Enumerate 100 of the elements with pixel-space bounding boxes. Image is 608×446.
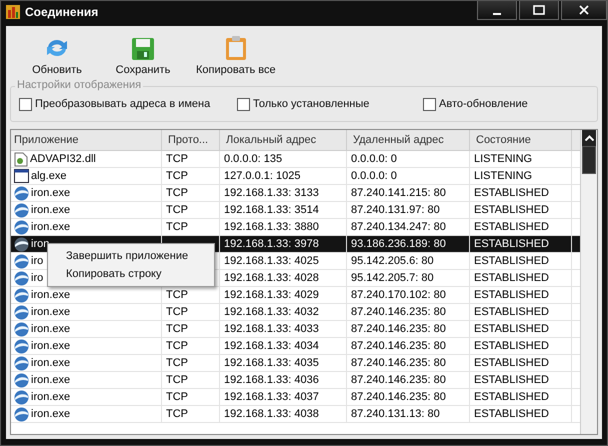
checkbox-label: Только установленные	[253, 98, 370, 110]
toolbar-button[interactable]: Копировать все	[190, 28, 282, 78]
table-cell: iron.exe	[31, 204, 70, 216]
table-cell: 192.168.1.33: 4032	[224, 306, 319, 318]
table-cell: alg.exe	[31, 170, 66, 182]
table-cell: 87.240.170.102: 80	[351, 289, 446, 301]
globe-icon	[14, 202, 29, 218]
table-cell: LISTENING	[474, 153, 532, 165]
table-cell: TCP	[166, 187, 188, 199]
table-row[interactable]: iron.exe TCP 192.168.1.33: 4034 87.240.146.235: 80 ESTABLISHED	[11, 338, 580, 355]
table-row[interactable]: ADVAPI32.dll TCP 0.0.0.0: 135 0.0.0.0: 0 LISTENING	[11, 151, 580, 168]
table-cell: 87.240.146.235: 80	[351, 323, 446, 335]
table-cell: 192.168.1.33: 4028	[224, 272, 319, 284]
table-cell: 87.240.134.247: 80	[351, 221, 446, 233]
table-cell: iron.exe	[31, 408, 70, 420]
table-cell: 87.240.146.235: 80	[351, 391, 446, 403]
table-cell: ESTABLISHED	[474, 340, 549, 352]
table-row[interactable]: iron.exe TCP 192.168.1.33: 4035 87.240.146.235: 80 ESTABLISHED	[11, 355, 580, 372]
table-cell: ESTABLISHED	[474, 221, 549, 233]
table-cell: TCP	[166, 323, 188, 335]
table-cell: TCP	[166, 391, 188, 403]
table-cell: ESTABLISHED	[474, 357, 549, 369]
table-cell: 0.0.0.0: 0	[351, 153, 397, 165]
checkbox-label: Авто-обновление	[439, 98, 528, 110]
table-cell: 87.240.131.97: 80	[351, 204, 440, 216]
table-cell: 87.240.131.13: 80	[351, 408, 440, 420]
minimize-icon	[493, 13, 501, 15]
clipboard-icon	[224, 35, 247, 61]
table-cell: 192.168.1.33: 3514	[224, 204, 319, 216]
table-cell: iro	[31, 255, 44, 267]
minimize-button[interactable]	[477, 1, 517, 20]
globe-icon	[14, 372, 29, 388]
table-cell: 192.168.1.33: 4033	[224, 323, 319, 335]
table-cell: TCP	[166, 340, 188, 352]
table-cell: ESTABLISHED	[474, 272, 549, 284]
table-cell: 0.0.0.0: 0	[351, 170, 397, 182]
table-row[interactable]: iron.exe TCP 192.168.1.33: 3133 87.240.141.215: 80 ESTABLISHED	[11, 185, 580, 202]
globe-icon	[14, 236, 29, 252]
table-row[interactable]: iron.exe TCP 192.168.1.33: 4032 87.240.146.235: 80 ESTABLISHED	[11, 304, 580, 321]
toolbar-button[interactable]: Сохранить	[104, 28, 182, 78]
scroll-thumb[interactable]	[582, 146, 596, 174]
table-cell: iron.exe	[31, 357, 70, 369]
group-title: Настройки отображения	[15, 79, 144, 91]
checkbox[interactable]	[19, 98, 32, 110]
column-header[interactable]: Локальный адрес	[220, 130, 347, 150]
table-cell: 87.240.146.235: 80	[351, 340, 446, 352]
maximize-button[interactable]	[519, 1, 559, 20]
table-row[interactable]: alg.exe TCP 127.0.0.1: 1025 0.0.0.0: 0 LISTENING	[11, 168, 580, 185]
table-cell: 192.168.1.33: 3133	[224, 187, 319, 199]
scroll-up-icon	[584, 135, 594, 141]
globe-icon	[14, 356, 29, 370]
column-header[interactable]: Прото...	[162, 130, 220, 150]
checkbox[interactable]	[423, 98, 436, 110]
table-cell: 87.240.146.235: 80	[351, 306, 446, 318]
table-cell: TCP	[166, 374, 188, 386]
globe-icon	[14, 220, 29, 234]
column-header[interactable]: Приложение	[11, 130, 162, 150]
table-cell: iron.exe	[31, 391, 70, 403]
table-cell: iro	[31, 272, 44, 284]
table-cell: iron.exe	[31, 289, 70, 301]
close-button[interactable]	[561, 1, 607, 20]
scrollbar[interactable]	[580, 130, 597, 434]
table-cell: 192.168.1.33: 4029	[224, 289, 319, 301]
table-cell: TCP	[166, 408, 188, 420]
table-cell: 95.142.205.6: 80	[351, 255, 434, 267]
column-header[interactable]: Состояние	[470, 130, 572, 150]
table-cell: 127.0.0.1: 1025	[224, 170, 300, 182]
globe-icon	[14, 186, 29, 200]
table-cell: TCP	[166, 153, 188, 165]
close-icon	[579, 5, 589, 15]
table-cell: iron.exe	[31, 187, 70, 199]
table-cell: ESTABLISHED	[474, 374, 549, 386]
table-row[interactable]: iron.exe TCP 192.168.1.33: 3514 87.240.131.97: 80 ESTABLISHED	[11, 202, 580, 219]
checkbox-label: Преобразовывать адреса в имена	[35, 98, 210, 110]
table-cell: ADVAPI32.dll	[30, 153, 96, 165]
globe-icon	[14, 338, 29, 354]
table-row[interactable]: iron.exe TCP 192.168.1.33: 4038 87.240.131.13: 80 ESTABLISHED	[11, 406, 580, 423]
table-cell: 87.240.146.235: 80	[351, 357, 446, 369]
checkbox[interactable]	[237, 98, 250, 110]
table-cell: ESTABLISHED	[474, 255, 549, 267]
table-cell: ESTABLISHED	[474, 391, 549, 403]
table-row[interactable]: iron.exe TCP 192.168.1.33: 4033 87.240.146.235: 80 ESTABLISHED	[11, 321, 580, 338]
table-row[interactable]: iron.exe TCP 192.168.1.33: 4036 87.240.146.235: 80 ESTABLISHED	[11, 372, 580, 389]
toolbar-button[interactable]: Обновить	[18, 28, 96, 78]
globe-icon	[14, 288, 29, 302]
table-row[interactable]: iron.exe TCP 192.168.1.33: 4037 87.240.146.235: 80 ESTABLISHED	[11, 389, 580, 406]
globe-icon	[14, 254, 29, 268]
bar-chart-icon	[6, 5, 20, 19]
table-cell: ESTABLISHED	[474, 289, 549, 301]
table-cell: iron.exe	[31, 374, 70, 386]
column-header[interactable]: Удаленный адрес	[347, 130, 470, 150]
table-cell: TCP	[166, 357, 188, 369]
table-cell: LISTENING	[474, 170, 532, 182]
table-cell: 192.168.1.33: 4038	[224, 408, 319, 420]
table-cell: 0.0.0.0: 135	[224, 153, 282, 165]
globe-icon	[14, 270, 29, 286]
table-cell: 192.168.1.33: 4034	[224, 340, 319, 352]
table-cell: TCP	[166, 289, 188, 301]
globe-icon	[14, 304, 29, 320]
table-cell: 192.168.1.33: 4025	[224, 255, 319, 267]
